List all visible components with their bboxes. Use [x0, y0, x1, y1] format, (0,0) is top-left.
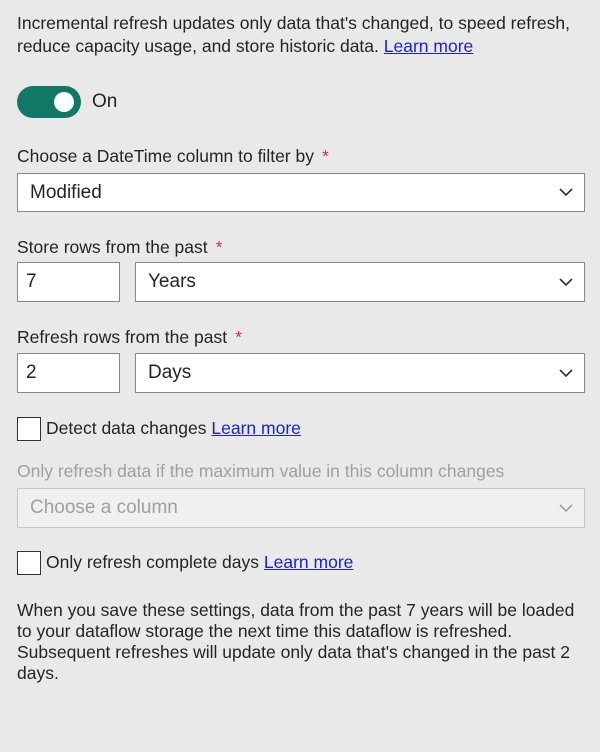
intro-description: Incremental refresh updates only data th…: [17, 13, 570, 56]
incremental-refresh-toggle[interactable]: [17, 86, 81, 118]
datetime-column-dropdown[interactable]: Modified: [17, 173, 585, 212]
store-rows-label: Store rows from the past *: [17, 237, 222, 258]
chevron-down-icon: [548, 188, 584, 197]
toggle-label: On: [92, 91, 118, 112]
detect-changes-checkbox[interactable]: [17, 417, 41, 441]
toggle-knob: [54, 92, 74, 112]
required-asterisk: *: [321, 146, 329, 166]
chevron-down-icon: [548, 503, 584, 513]
refresh-rows-label-text: Refresh rows from the past: [17, 327, 228, 347]
settings-summary-text: When you save these settings, data from …: [17, 600, 575, 683]
datetime-column-value: Modified: [30, 181, 102, 203]
detect-changes-row: Detect data changes Learn more: [46, 418, 301, 439]
complete-days-label: Only refresh complete days: [46, 552, 260, 572]
refresh-rows-number-input[interactable]: 2: [17, 353, 120, 393]
intro-learn-more-link[interactable]: Learn more: [384, 36, 474, 56]
complete-days-row: Only refresh complete days Learn more: [46, 552, 353, 573]
refresh-rows-label: Refresh rows from the past *: [17, 327, 242, 348]
chevron-down-icon: [548, 277, 584, 287]
store-rows-unit-dropdown[interactable]: Years: [135, 262, 585, 302]
complete-days-checkbox[interactable]: [17, 551, 41, 575]
store-rows-label-text: Store rows from the past: [17, 237, 208, 257]
store-rows-number-input[interactable]: 7: [17, 262, 120, 302]
intro-text: Incremental refresh updates only data th…: [17, 12, 582, 58]
store-rows-unit-value: Years: [148, 271, 196, 292]
detect-changes-learn-more-link[interactable]: Learn more: [211, 418, 301, 438]
max-value-column-label: Only refresh data if the maximum value i…: [17, 461, 505, 481]
max-value-column-placeholder: Choose a column: [30, 497, 178, 518]
required-asterisk: *: [215, 237, 223, 257]
datetime-column-label: Choose a DateTime column to filter by *: [17, 146, 329, 167]
datetime-column-label-text: Choose a DateTime column to filter by: [17, 146, 314, 166]
chevron-down-icon: [548, 368, 584, 378]
detect-changes-label: Detect data changes: [46, 418, 207, 438]
refresh-rows-unit-dropdown[interactable]: Days: [135, 353, 585, 393]
complete-days-learn-more-link[interactable]: Learn more: [264, 552, 354, 572]
refresh-rows-unit-value: Days: [148, 362, 192, 383]
required-asterisk: *: [235, 327, 242, 347]
max-value-column-dropdown: Choose a column: [17, 488, 585, 528]
